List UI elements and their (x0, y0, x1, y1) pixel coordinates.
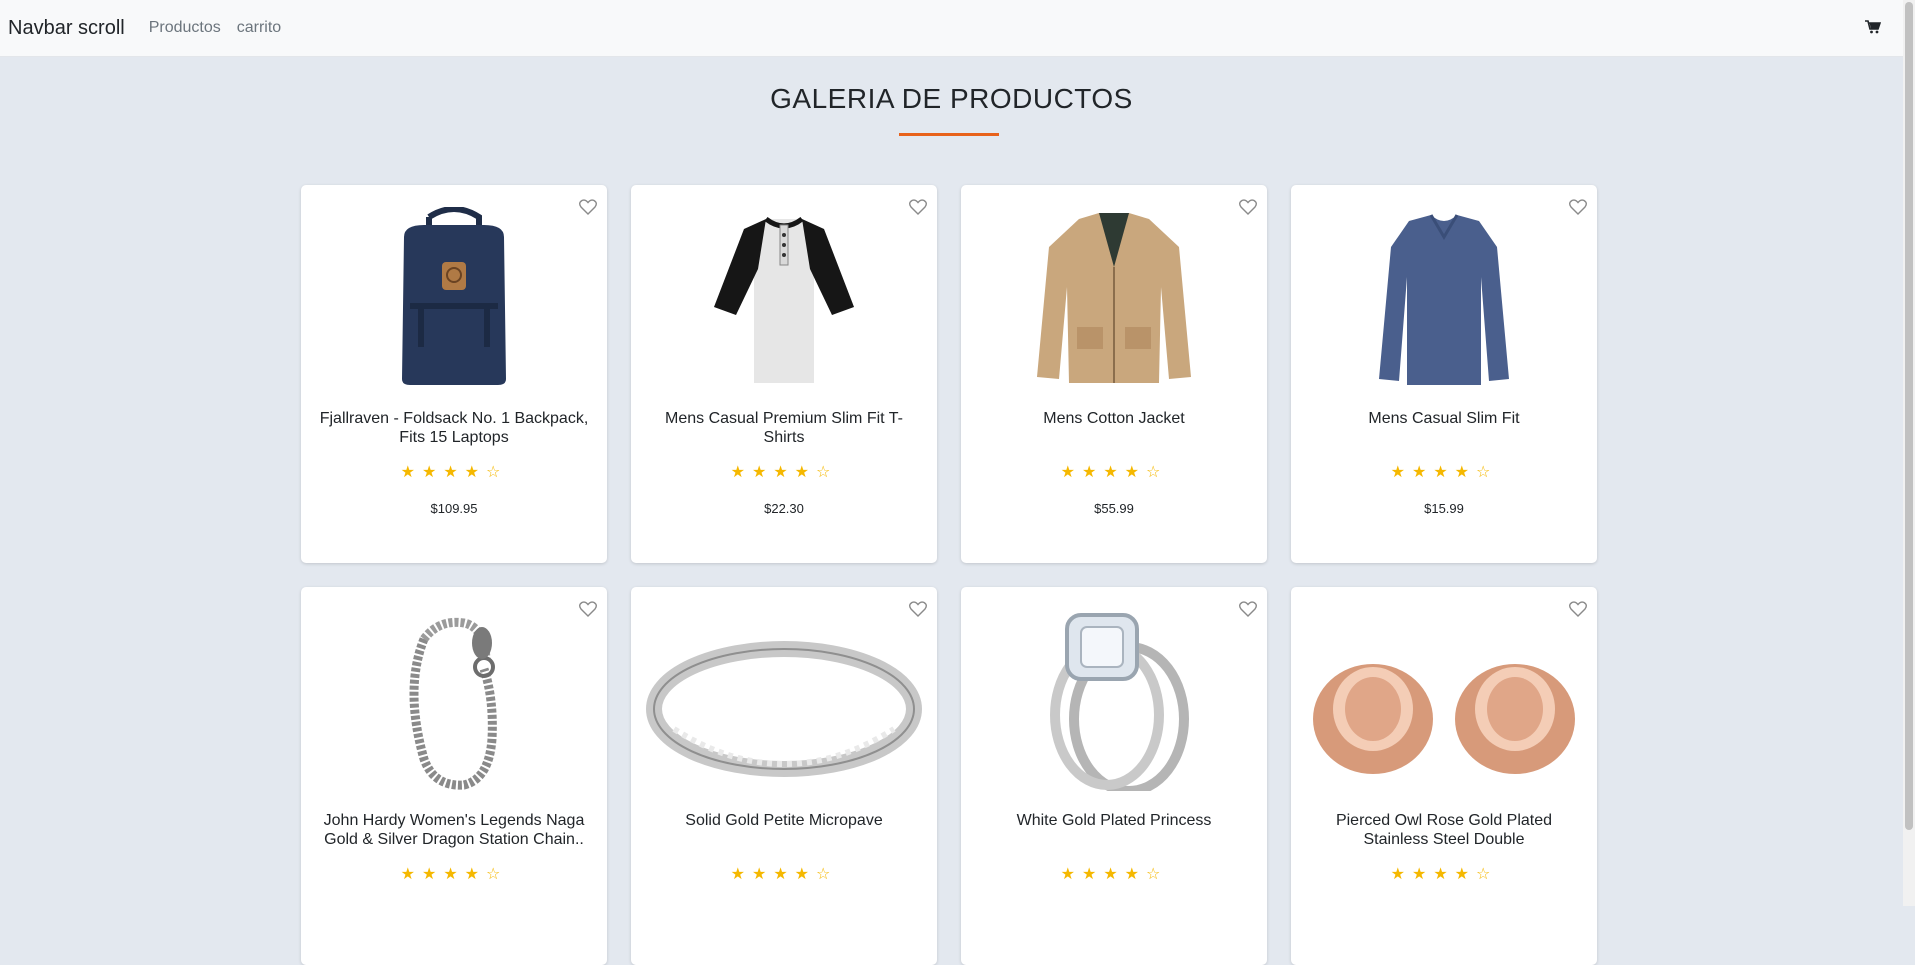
rating-stars: ★★★★☆ (730, 866, 838, 883)
product-card[interactable]: Solid Gold Petite Micropave ★★★★☆ (631, 587, 937, 965)
product-card[interactable]: John Hardy Women's Legends Naga Gold & S… (301, 587, 607, 965)
scrollbar-thumb[interactable] (1905, 2, 1913, 830)
product-price: $15.99 (1424, 501, 1464, 516)
title-underline (899, 133, 999, 136)
rating-stars: ★★★★☆ (1060, 464, 1168, 481)
product-name: Pierced Owl Rose Gold Plated Stainless S… (1335, 812, 1553, 848)
rating-stars: ★★★★☆ (1390, 866, 1498, 883)
product-name: White Gold Plated Princess (1016, 812, 1212, 829)
product-image[interactable] (971, 609, 1257, 791)
product-name: Fjallraven - Foldsack No. 1 Backpack, Fi… (319, 410, 589, 446)
product-card[interactable]: Fjallraven - Foldsack No. 1 Backpack, Fi… (301, 185, 607, 563)
product-image[interactable] (1301, 207, 1587, 389)
product-name: Mens Cotton Jacket (1043, 410, 1185, 427)
product-image[interactable] (311, 609, 597, 791)
rating-stars: ★★★★☆ (400, 866, 508, 883)
product-image[interactable] (971, 207, 1257, 389)
nav-link-productos[interactable]: Productos (149, 19, 221, 37)
product-name: Solid Gold Petite Micropave (685, 812, 883, 829)
page-scrollbar[interactable] (1903, 0, 1915, 906)
product-price: $55.99 (1094, 501, 1134, 516)
shopping-cart-icon[interactable] (1865, 20, 1882, 36)
rating-stars: ★★★★☆ (1060, 866, 1168, 883)
rating-stars: ★★★★☆ (400, 464, 508, 481)
rating-stars: ★★★★☆ (1390, 464, 1498, 481)
product-card[interactable]: Mens Casual Slim Fit ★★★★☆ $15.99 (1291, 185, 1597, 563)
product-name: Mens Casual Slim Fit (1368, 410, 1520, 427)
product-grid: Fjallraven - Foldsack No. 1 Backpack, Fi… (301, 185, 1597, 965)
page-title: GALERIA DE PRODUCTOS (770, 83, 1133, 114)
product-image[interactable] (641, 609, 927, 791)
product-image[interactable] (311, 207, 597, 389)
product-price: $22.30 (764, 501, 804, 516)
product-card[interactable]: Pierced Owl Rose Gold Plated Stainless S… (1291, 587, 1597, 965)
product-image[interactable] (641, 207, 927, 389)
rating-stars: ★★★★☆ (730, 464, 838, 481)
nav-link-carrito[interactable]: carrito (237, 19, 281, 37)
navbar-brand[interactable]: Navbar scroll (8, 17, 125, 40)
navbar: Navbar scroll Productos carrito (0, 0, 1903, 57)
product-name: Mens Casual Premium Slim Fit T-Shirts (665, 410, 903, 446)
product-price: $109.95 (430, 501, 478, 516)
product-card[interactable]: Mens Casual Premium Slim Fit T-Shirts ★★★… (631, 185, 937, 563)
product-name: John Hardy Women's Legends Naga Gold & S… (323, 812, 585, 848)
product-card[interactable]: Mens Cotton Jacket ★★★★☆ $55.99 (961, 185, 1267, 563)
product-card[interactable]: White Gold Plated Princess ★★★★☆ (961, 587, 1267, 965)
product-image[interactable] (1301, 609, 1587, 791)
